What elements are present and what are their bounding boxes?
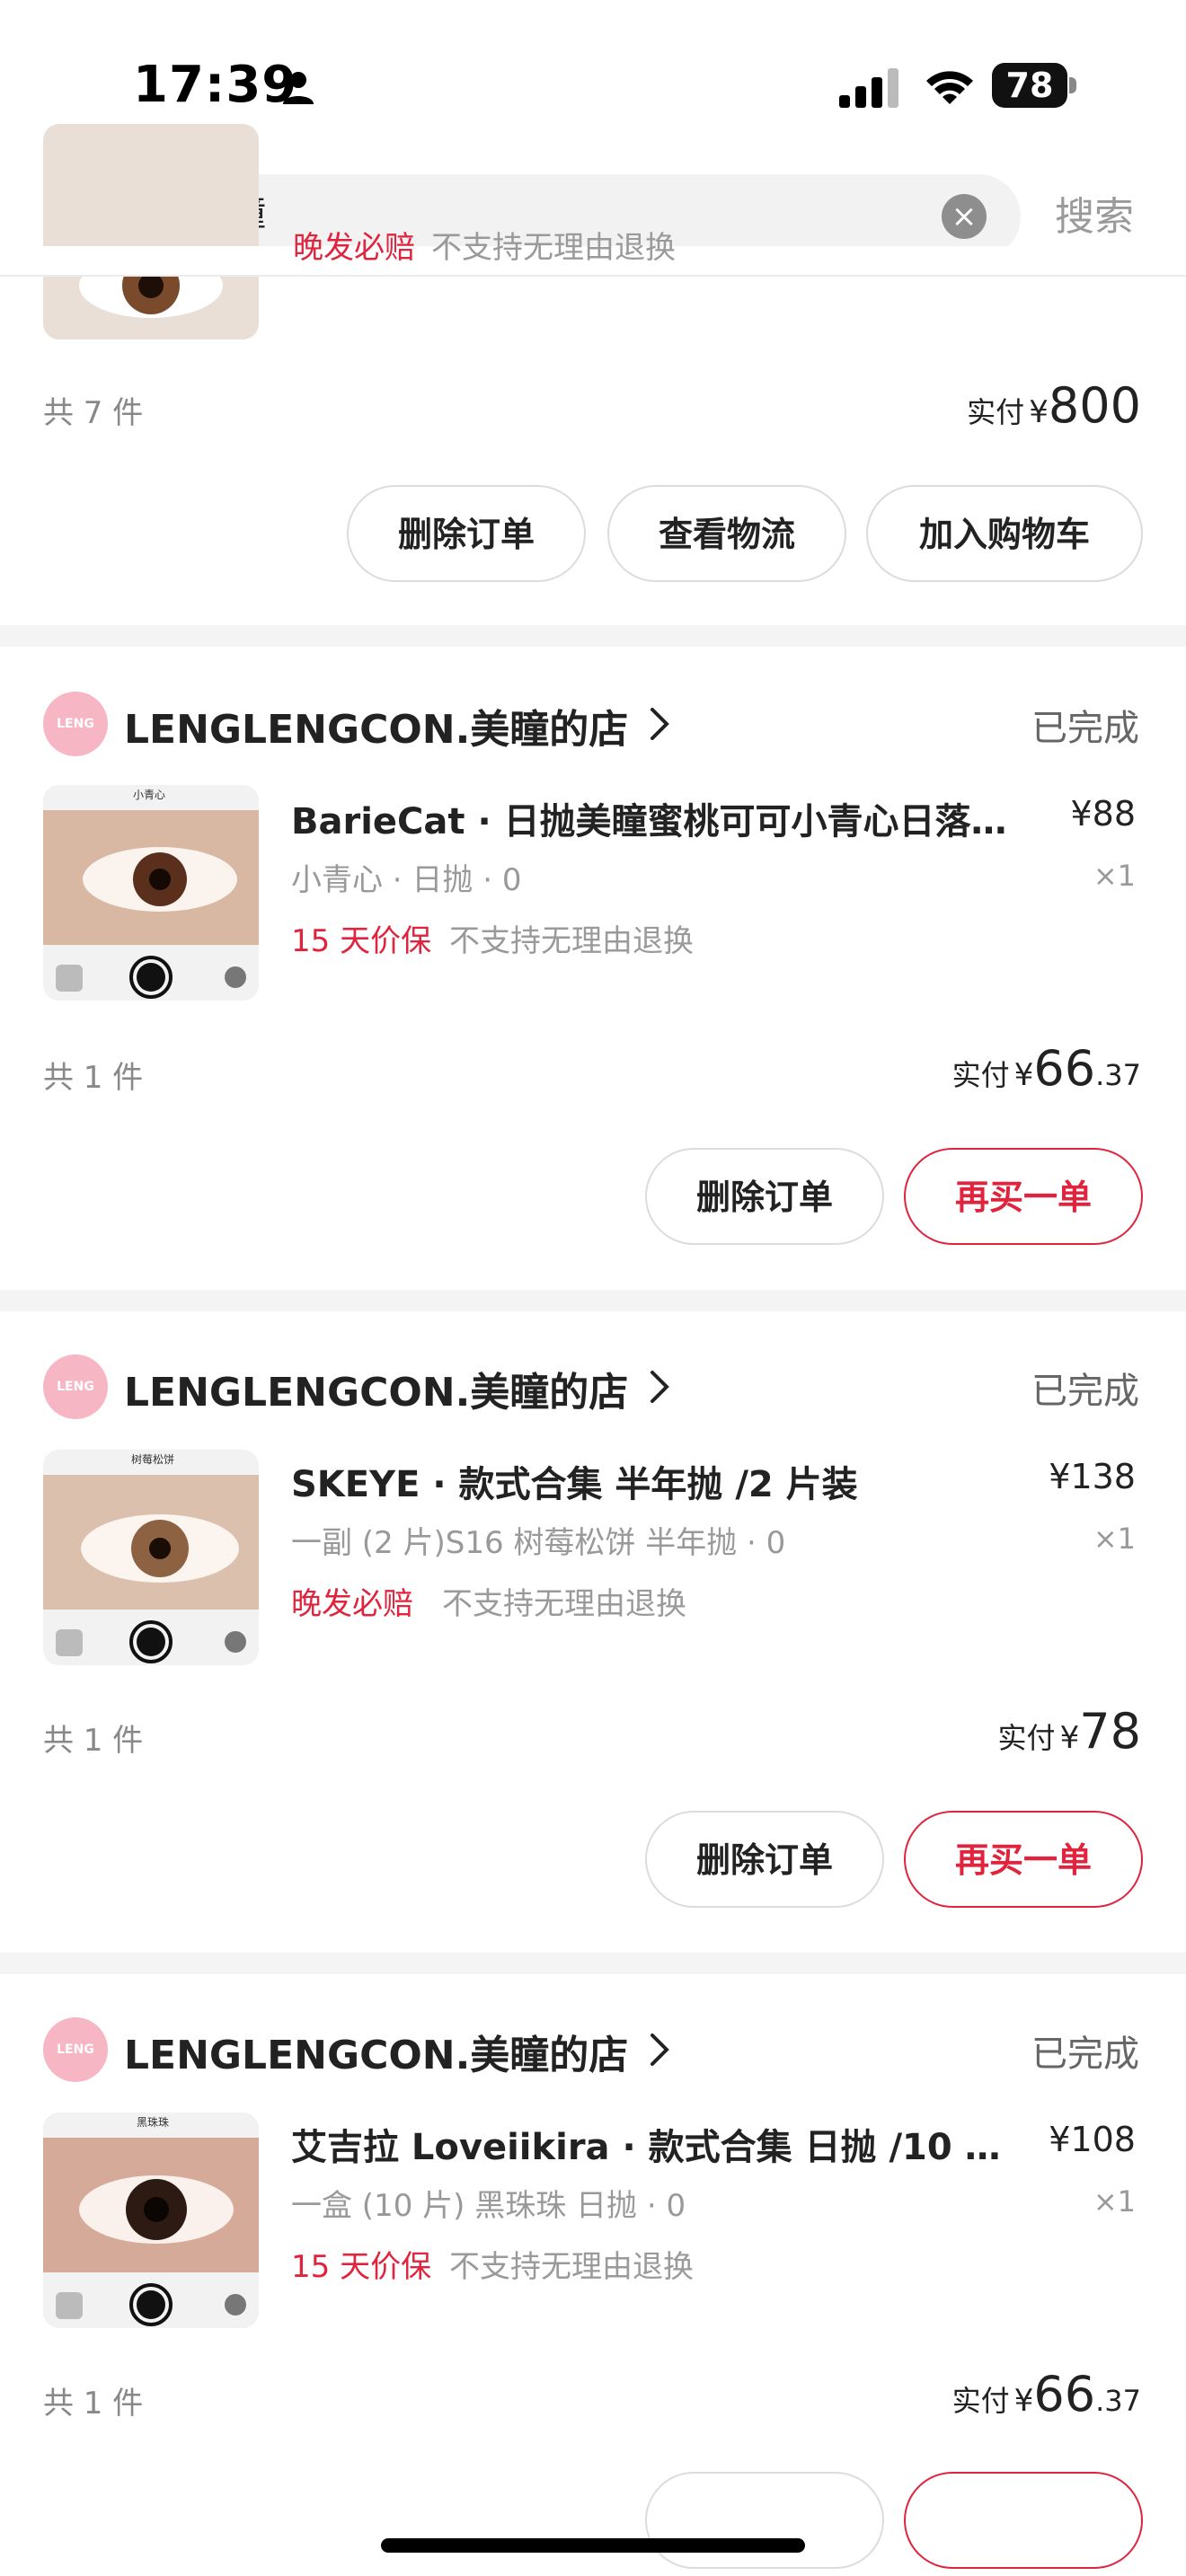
chevron-right-icon (651, 2033, 669, 2066)
product-thumbnail[interactable] (43, 1450, 259, 1665)
return-policy-tag: 不支持无理由退换 (442, 1586, 686, 1622)
product-title[interactable]: BarieCat · 日抛美瞳蜜桃可可小青心日落… (291, 792, 1028, 844)
product-quantity: ×1 (1093, 859, 1136, 893)
shop-logo: LENG LENG (43, 692, 108, 796)
product-spec: 一副 (2 片)S16 树莓松饼 半年抛 · 0 (291, 1525, 786, 1561)
shop-name[interactable]: LENGLENGCON.美瞳的店 (124, 2023, 628, 2080)
chevron-right-icon (651, 708, 669, 740)
section-gap (0, 625, 1186, 647)
item-count: 共 1 件 (43, 1060, 144, 1096)
wifi-icon (926, 71, 973, 104)
product-quantity: ×1 (1093, 1522, 1136, 1556)
return-policy-tag: 不支持无理由退换 (449, 923, 694, 959)
section-gap (0, 1290, 1186, 1311)
paid-amount: 实付 ¥78 (997, 1703, 1141, 1760)
product-quantity: ×1 (1093, 2184, 1136, 2219)
item-count: 共 1 件 (43, 1723, 144, 1759)
product-thumbnail[interactable] (43, 785, 259, 1001)
section-gap (0, 1953, 1186, 1974)
delete-order-button[interactable]: 删除订单 (645, 1811, 884, 1908)
return-policy-tag: 不支持无理由退换 (449, 2249, 694, 2285)
product-price: ¥138 (1049, 1457, 1136, 1496)
person-icon (283, 72, 314, 104)
delete-order-button[interactable]: 删除订单 (347, 485, 586, 582)
signal-icon (839, 68, 898, 108)
paid-amount: 实付 ¥800 (967, 377, 1141, 434)
paid-amount: 实付 ¥66.37 (951, 1040, 1141, 1097)
buy-again-button[interactable]: 再买一单 (904, 1148, 1143, 1245)
product-title[interactable]: SKEYE · 款式合集 半年抛 /2 片装 (291, 1455, 1028, 1507)
shop-logo: LENG LENG (43, 2017, 108, 2122)
delete-order-button[interactable]: 删除订单 (645, 1148, 884, 1245)
product-title[interactable]: 艾吉拉 Loveiikira · 款式合集 日抛 /10 片装 (291, 2118, 1028, 2170)
order-status: 已完成 (1031, 708, 1139, 749)
delete-order-button-partial[interactable] (645, 2472, 884, 2576)
product-price: ¥108 (1049, 2120, 1136, 2159)
paid-amount: 实付 ¥66.37 (951, 2366, 1141, 2422)
product-spec: 一盒 (10 片) 黑珠珠 日抛 · 0 (291, 2188, 686, 2224)
battery-icon: 78 (992, 63, 1078, 108)
buy-again-button[interactable]: 再买一单 (904, 1811, 1143, 1908)
chevron-right-icon (651, 1371, 669, 1403)
guarantee-tag: 晚发必赔 (293, 230, 415, 266)
shop-name[interactable]: LENGLENGCON.美瞳的店 (124, 697, 628, 754)
status-time: 17:39 (133, 56, 298, 114)
home-indicator[interactable] (381, 2538, 805, 2553)
product-spec: 小青心 · 日抛 · 0 (291, 862, 522, 898)
item-count: 共 1 件 (43, 2386, 144, 2422)
thumbnail-caption: 黑珠珠 (137, 2116, 170, 2129)
thumbnail-caption: 小青心 (133, 789, 166, 801)
battery-level: 78 (992, 63, 1067, 108)
item-count: 共 7 件 (43, 395, 144, 431)
order-status: 已完成 (1031, 1371, 1139, 1412)
product-price: ¥88 (1070, 794, 1136, 834)
guarantee-tag: 15 天价保 (291, 923, 432, 959)
product-thumbnail[interactable] (43, 2113, 259, 2328)
view-logistics-button[interactable]: 查看物流 (607, 485, 846, 582)
guarantee-tag: 15 天价保 (291, 2249, 432, 2285)
add-to-cart-button[interactable]: 加入购物车 (866, 485, 1143, 582)
return-policy-tag: 不支持无理由退换 (431, 230, 676, 266)
guarantee-tag: 晚发必赔 (291, 1586, 413, 1622)
shop-name[interactable]: LENGLENGCON.美瞳的店 (124, 1360, 628, 1417)
order-status: 已完成 (1031, 2033, 1139, 2075)
thumbnail-caption: 树莓松饼 (131, 1453, 175, 1466)
shop-logo: LENG LENG (43, 1354, 108, 1459)
buy-again-button-partial[interactable] (904, 2472, 1143, 2576)
